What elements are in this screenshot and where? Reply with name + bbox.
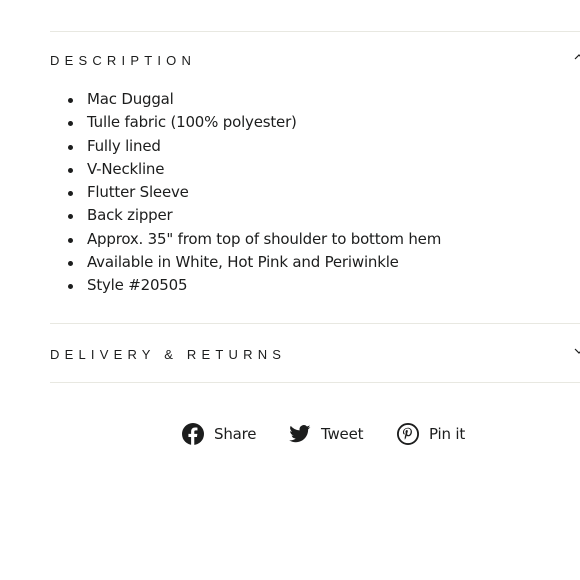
delivery-accordion-header[interactable]: DELIVERY & RETURNS [50, 341, 580, 367]
list-item: Available in White, Hot Pink and Periwin… [67, 251, 441, 274]
description-title: DESCRIPTION [50, 52, 197, 68]
list-item: Mac Duggal [67, 88, 441, 111]
list-item: V-Neckline [67, 158, 441, 181]
chevron-down-icon [574, 346, 580, 356]
list-item: Flutter Sleeve [67, 181, 441, 204]
list-item: Fully lined [67, 135, 441, 158]
delivery-divider [50, 382, 580, 383]
facebook-share-label: Share [214, 425, 257, 443]
description-accordion-header[interactable]: DESCRIPTION [50, 47, 580, 73]
description-list: Mac Duggal Tulle fabric (100% polyester)… [50, 88, 441, 298]
twitter-share-label: Tweet [321, 425, 364, 443]
pinterest-share-button[interactable]: Pin it [397, 420, 465, 448]
description-divider [50, 323, 580, 324]
social-share-bar: Share Tweet Pin it [0, 420, 580, 448]
list-item: Tulle fabric (100% polyester) [67, 111, 441, 134]
list-item: Style #20505 [67, 274, 441, 297]
chevron-up-icon [574, 52, 580, 62]
pinterest-share-label: Pin it [429, 425, 466, 443]
pinterest-icon [397, 423, 419, 445]
facebook-share-button[interactable]: Share [182, 420, 256, 448]
top-divider [50, 31, 580, 32]
twitter-share-button[interactable]: Tweet [289, 420, 363, 448]
delivery-title: DELIVERY & RETURNS [50, 346, 287, 362]
list-item: Approx. 35" from top of shoulder to bott… [67, 228, 441, 251]
twitter-icon [289, 425, 311, 443]
list-item: Back zipper [67, 204, 441, 227]
facebook-icon [182, 423, 204, 445]
